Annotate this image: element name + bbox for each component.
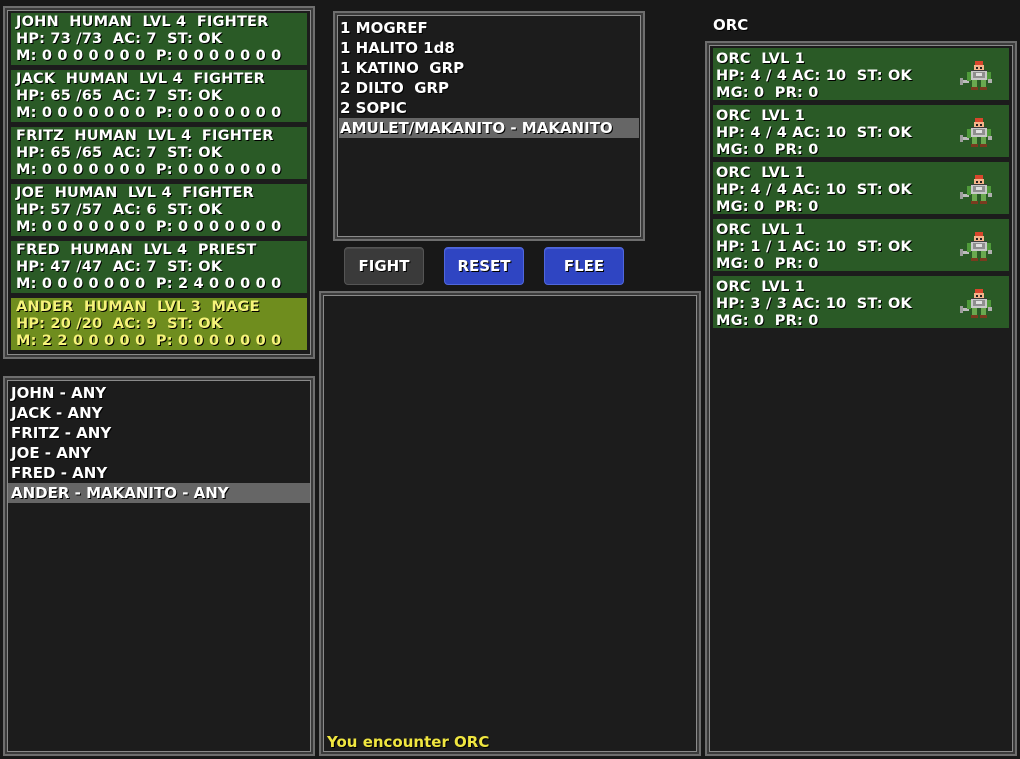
action-item-john[interactable]: JOHN - ANY xyxy=(8,383,310,403)
action-item-fred[interactable]: FRED - ANY xyxy=(8,463,310,483)
enemy-row[interactable]: ORC LVL 1 HP: 4 / 4 AC: 10 ST: OK MG: 0 … xyxy=(713,105,1009,158)
flee-button[interactable]: FLEE xyxy=(544,247,624,285)
party-member-fritz[interactable]: FRITZ HUMAN LVL 4 FIGHTER HP: 65 /65 AC:… xyxy=(11,127,307,179)
orc-sprite-icon xyxy=(960,289,992,318)
member-stats-line: HP: 20 /20 AC: 9 ST: OK xyxy=(16,316,223,332)
action-item-ander-selected[interactable]: ANDER - MAKANITO - ANY xyxy=(8,483,310,503)
party-member-ander-selected[interactable]: ANDER HUMAN LVL 3 MAGE HP: 20 /20 AC: 9 … xyxy=(11,298,307,350)
member-name-line: FRITZ HUMAN LVL 4 FIGHTER xyxy=(16,128,274,144)
member-stats-line: HP: 57 /57 AC: 6 ST: OK xyxy=(16,202,223,218)
spell-item-sopic[interactable]: 2 SOPIC xyxy=(339,98,639,118)
member-name-line: JOE HUMAN LVL 4 FIGHTER xyxy=(16,185,254,201)
member-name-line: JACK HUMAN LVL 4 FIGHTER xyxy=(16,71,266,87)
combat-log-panel: You encounter ORC xyxy=(319,291,701,756)
member-spells-line: M: 0 0 0 0 0 0 0 P: 0 0 0 0 0 0 0 xyxy=(16,105,282,121)
action-item-fritz[interactable]: FRITZ - ANY xyxy=(8,423,310,443)
action-item-joe[interactable]: JOE - ANY xyxy=(8,443,310,463)
reset-button[interactable]: RESET xyxy=(444,247,524,285)
party-member-john[interactable]: JOHN HUMAN LVL 4 FIGHTER HP: 73 /73 AC: … xyxy=(11,13,307,65)
party-member-fred[interactable]: FRED HUMAN LVL 4 PRIEST HP: 47 /47 AC: 7… xyxy=(11,241,307,293)
enemy-group-title: ORC xyxy=(713,16,749,34)
party-member-joe[interactable]: JOE HUMAN LVL 4 FIGHTER HP: 57 /57 AC: 6… xyxy=(11,184,307,236)
member-stats-line: HP: 47 /47 AC: 7 ST: OK xyxy=(16,259,223,275)
action-item-jack[interactable]: JACK - ANY xyxy=(8,403,310,423)
spell-item-amulet-makanito[interactable]: AMULET/MAKANITO - MAKANITO xyxy=(339,118,639,138)
member-spells-line: M: 0 0 0 0 0 0 0 P: 2 4 0 0 0 0 0 xyxy=(16,276,282,292)
party-member-jack[interactable]: JACK HUMAN LVL 4 FIGHTER HP: 65 /65 AC: … xyxy=(11,70,307,122)
member-stats-line: HP: 65 /65 AC: 7 ST: OK xyxy=(16,145,223,161)
member-spells-line: M: 0 0 0 0 0 0 0 P: 0 0 0 0 0 0 0 xyxy=(16,162,282,178)
spell-item-halito[interactable]: 1 HALITO 1d8 xyxy=(339,38,639,58)
enemy-row[interactable]: ORC LVL 1 HP: 3 / 3 AC: 10 ST: OK MG: 0 … xyxy=(713,276,1009,329)
spell-item-mogref[interactable]: 1 MOGREF xyxy=(339,18,639,38)
enemy-row[interactable]: ORC LVL 1 HP: 4 / 4 AC: 10 ST: OK MG: 0 … xyxy=(713,48,1009,101)
enemy-list-panel: ORC LVL 1 HP: 4 / 4 AC: 10 ST: OK MG: 0 … xyxy=(705,41,1017,756)
orc-sprite-icon xyxy=(960,232,992,261)
member-spells-line: M: 0 0 0 0 0 0 0 P: 0 0 0 0 0 0 0 xyxy=(16,219,282,235)
spell-item-dilto[interactable]: 2 DILTO GRP xyxy=(339,78,639,98)
enemy-row[interactable]: ORC LVL 1 HP: 1 / 1 AC: 10 ST: OK MG: 0 … xyxy=(713,219,1009,272)
action-list-panel: JOHN - ANY JACK - ANY FRITZ - ANY JOE - … xyxy=(3,376,315,756)
spell-item-katino[interactable]: 1 KATINO GRP xyxy=(339,58,639,78)
member-name-line: ANDER HUMAN LVL 3 MAGE xyxy=(16,299,260,315)
combat-log-message: You encounter ORC xyxy=(327,733,490,751)
member-name-line: JOHN HUMAN LVL 4 FIGHTER xyxy=(16,14,269,30)
member-name-line: FRED HUMAN LVL 4 PRIEST xyxy=(16,242,257,258)
orc-sprite-icon xyxy=(960,118,992,147)
member-spells-line: M: 0 0 0 0 0 0 0 P: 0 0 0 0 0 0 0 xyxy=(16,48,282,64)
party-panel: JOHN HUMAN LVL 4 FIGHTER HP: 73 /73 AC: … xyxy=(3,6,315,359)
orc-sprite-icon xyxy=(960,61,992,90)
member-stats-line: HP: 73 /73 AC: 7 ST: OK xyxy=(16,31,223,47)
orc-sprite-icon xyxy=(960,175,992,204)
fight-button[interactable]: FIGHT xyxy=(344,247,424,285)
enemy-row[interactable]: ORC LVL 1 HP: 4 / 4 AC: 10 ST: OK MG: 0 … xyxy=(713,162,1009,215)
member-spells-line: M: 2 2 0 0 0 0 0 P: 0 0 0 0 0 0 0 xyxy=(16,333,282,349)
spell-list-panel: 1 MOGREF 1 HALITO 1d8 1 KATINO GRP 2 DIL… xyxy=(333,11,645,241)
member-stats-line: HP: 65 /65 AC: 7 ST: OK xyxy=(16,88,223,104)
